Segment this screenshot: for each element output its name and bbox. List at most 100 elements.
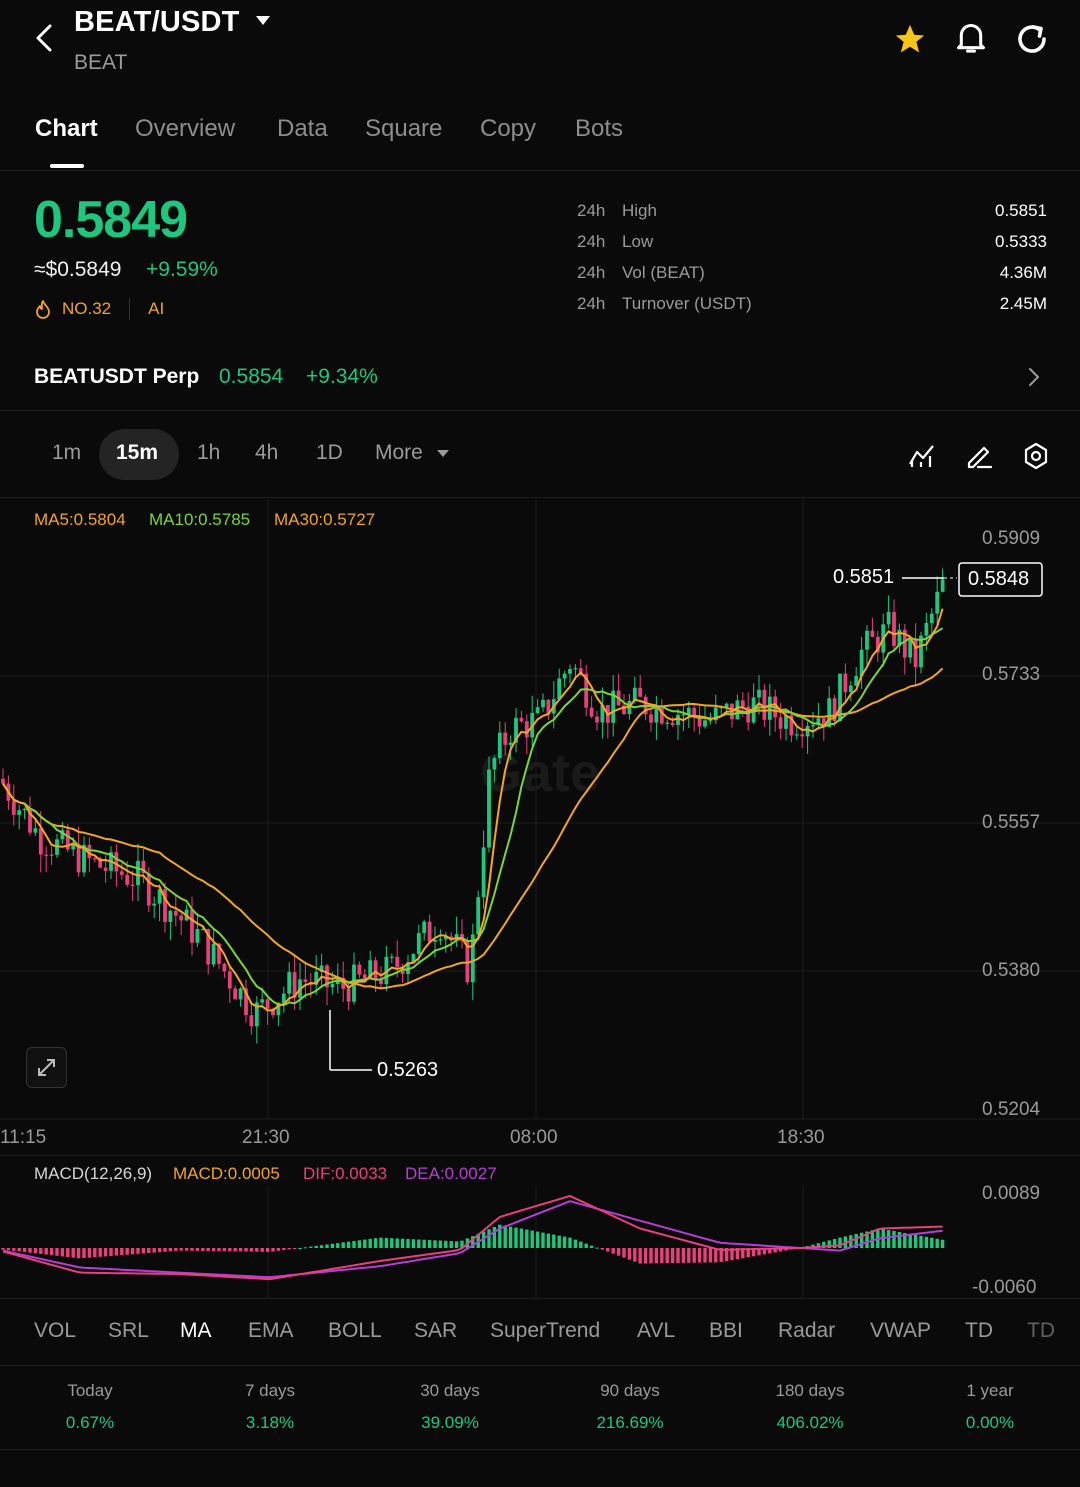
macd-bar: [519, 1228, 524, 1248]
candle-body: [848, 685, 853, 693]
macd-bar: [71, 1248, 75, 1258]
macd-bar: [211, 1248, 216, 1252]
pair-title[interactable]: BEAT/USDT: [74, 6, 240, 39]
stat-label: Low: [622, 232, 654, 251]
candle-body: [173, 910, 178, 916]
macd-bar: [33, 1248, 38, 1254]
interval-4h[interactable]: 4h: [255, 441, 278, 465]
candle-body: [595, 716, 599, 723]
macd-bar: [503, 1225, 507, 1248]
tab-data[interactable]: Data: [277, 115, 328, 143]
candle-body: [708, 720, 713, 722]
tab-bots[interactable]: Bots: [575, 115, 623, 143]
candle-body: [681, 714, 686, 716]
refresh-icon[interactable]: [1014, 21, 1050, 57]
macd-bar: [1, 1248, 5, 1250]
interval-1m[interactable]: 1m: [52, 441, 81, 465]
macd-panel[interactable]: MACD(12,26,9) MACD:0.0005 DIF:0.0033 DEA…: [0, 1155, 1080, 1299]
candle-body: [827, 698, 832, 728]
indicator-td[interactable]: TD: [965, 1319, 993, 1343]
high-marker-label: 0.5851: [833, 566, 895, 588]
draw-pencil-icon[interactable]: [964, 441, 994, 471]
pair-dropdown-icon[interactable]: [254, 14, 272, 28]
tab-overview[interactable]: Overview: [135, 115, 235, 143]
fullscreen-button[interactable]: [26, 1047, 67, 1088]
macd-bar: [406, 1238, 410, 1248]
indicator-ma[interactable]: MA: [180, 1319, 212, 1343]
candle-body: [497, 732, 502, 759]
stat-label: Vol (BEAT): [622, 263, 705, 282]
candle-body: [524, 721, 529, 738]
macd-bar: [174, 1248, 178, 1251]
indicator-avl[interactable]: AVL: [637, 1319, 675, 1343]
perp-row[interactable]: BEATUSDT Perp 0.5854 +9.34%: [0, 345, 1080, 411]
candle-body: [508, 742, 513, 745]
macd-bar: [93, 1248, 97, 1258]
interval-1d[interactable]: 1D: [316, 441, 343, 465]
bell-icon[interactable]: [954, 20, 988, 56]
candle-body: [33, 828, 38, 833]
interval-more[interactable]: More: [375, 441, 423, 465]
macd-bar: [546, 1233, 551, 1248]
x-tick: 08:00: [510, 1127, 558, 1148]
settings-hexagon-icon[interactable]: [1021, 441, 1051, 471]
tab-copy[interactable]: Copy: [480, 115, 536, 143]
macd-bar: [708, 1248, 713, 1263]
tab-square[interactable]: Square: [365, 115, 442, 143]
indicator-supertrend[interactable]: SuperTrend: [490, 1319, 600, 1343]
macd-bar: [919, 1235, 923, 1248]
price-change-percent: +9.59%: [146, 258, 218, 281]
macd-bar: [6, 1248, 11, 1251]
macd-bar: [600, 1248, 605, 1250]
tab-chart[interactable]: Chart: [35, 115, 98, 143]
candle-body: [843, 673, 848, 693]
y-tick: 0.5909: [982, 528, 1041, 549]
indicator-chart-icon[interactable]: [907, 442, 937, 470]
candle-body: [179, 915, 184, 921]
candle-body: [422, 921, 427, 934]
macd-bar: [49, 1248, 54, 1256]
indicator-vol[interactable]: VOL: [34, 1319, 76, 1343]
indicator-vwap[interactable]: VWAP: [870, 1319, 931, 1343]
indicator-ema[interactable]: EMA: [248, 1319, 294, 1343]
indicator-radar[interactable]: Radar: [778, 1319, 835, 1343]
perf-1y: 1 year 0.00%: [900, 1381, 1080, 1433]
indicator-boll[interactable]: BOLL: [328, 1319, 382, 1343]
stat-period: 24h: [577, 263, 606, 282]
macd-bar: [535, 1231, 540, 1248]
active-tab-indicator: [50, 164, 84, 168]
indicator-bbi[interactable]: BBI: [709, 1319, 743, 1343]
macd-bar: [265, 1248, 270, 1252]
favorite-star-icon[interactable]: [892, 22, 928, 56]
stat-period: 24h: [577, 294, 606, 313]
macd-bar: [44, 1248, 48, 1255]
y-tick: 0.5204: [982, 1099, 1041, 1120]
macd-bar: [643, 1248, 648, 1264]
macd-bar: [28, 1248, 32, 1253]
indicator-sar[interactable]: SAR: [414, 1319, 457, 1343]
rank-badge[interactable]: NO.32: [62, 299, 111, 319]
macd-bar: [55, 1248, 59, 1256]
macd-bar: [622, 1248, 626, 1258]
macd-bar: [568, 1237, 572, 1248]
category-tag[interactable]: AI: [148, 299, 164, 319]
macd-bar: [589, 1245, 594, 1248]
macd-bar: [908, 1233, 912, 1248]
candle-body: [740, 700, 745, 707]
candle-body: [703, 720, 707, 727]
interval-1h[interactable]: 1h: [197, 441, 220, 465]
stat-period: 24h: [577, 201, 606, 220]
interval-15m[interactable]: 15m: [116, 441, 158, 465]
more-dropdown-icon[interactable]: [435, 448, 451, 460]
indicator-td-2[interactable]: TD: [1027, 1319, 1055, 1343]
macd-bar: [562, 1236, 567, 1248]
candle-body: [303, 979, 308, 983]
candle-body: [535, 707, 540, 713]
candle-body: [136, 860, 140, 886]
stat-value: 0.5851: [995, 201, 1047, 220]
x-tick: 11:15: [0, 1127, 47, 1148]
indicator-srl[interactable]: SRL: [108, 1319, 149, 1343]
macd-bar: [913, 1234, 918, 1248]
candlestick-chart[interactable]: MA5:0.5804 MA10:0.5785 MA30:0.5727 Gate …: [0, 499, 1080, 1154]
back-arrow-icon[interactable]: [32, 22, 58, 54]
